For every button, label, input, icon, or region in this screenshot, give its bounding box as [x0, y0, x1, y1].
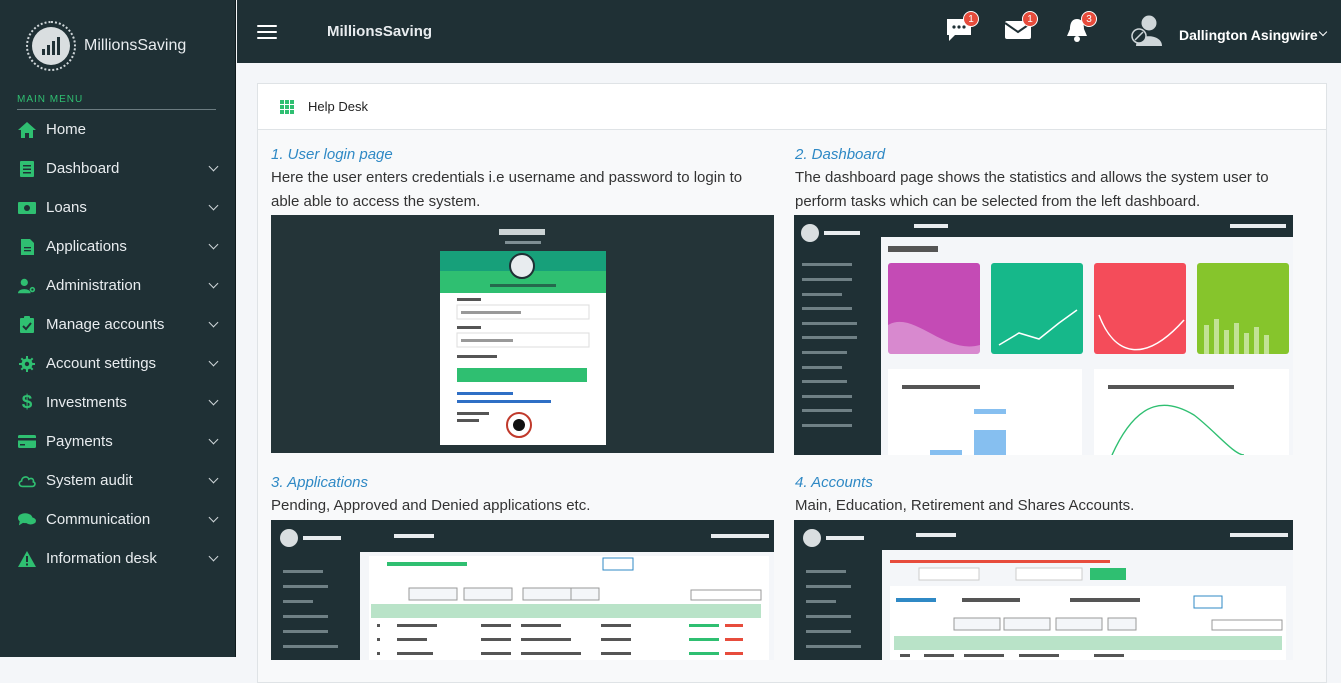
sidebar-item-manage-accounts[interactable]: Manage accounts [0, 305, 235, 344]
sidebar-item-label: Manage accounts [46, 316, 165, 333]
sidebar-item-loans[interactable]: Loans [0, 188, 235, 227]
accounts-screenshot [794, 520, 1293, 660]
brand-logo [26, 21, 76, 71]
section-text: The dashboard page shows the statistics … [795, 169, 1269, 210]
sidebar-item-label: Home [46, 121, 87, 138]
chevron-down-icon [208, 161, 219, 172]
sidebar-item-label: Applications [46, 238, 127, 255]
sidebar-item-label: System audit [46, 472, 133, 489]
dashboard-screenshot [794, 215, 1293, 455]
main-menu-label: MAIN MENU [17, 94, 216, 110]
sidebar-item-label: Information desk [46, 550, 157, 567]
sidebar-item-dashboard[interactable]: Dashboard [0, 149, 235, 188]
money-icon [18, 199, 36, 217]
sidebar-item-label: Payments [46, 433, 113, 450]
page-title: Help Desk [308, 99, 368, 114]
sidebar-item-label: Dashboard [46, 160, 120, 177]
section-title: 4. Accounts [795, 474, 873, 491]
chevron-down-icon [208, 551, 219, 562]
chevron-down-icon [208, 512, 219, 523]
comments-icon [18, 511, 36, 529]
sidebar-item-administration[interactable]: Administration [0, 266, 235, 305]
user-avatar[interactable] [1130, 14, 1164, 46]
brand[interactable]: MillionsSaving [0, 0, 235, 92]
info-icon [18, 550, 36, 568]
sidebar-item-system-audit[interactable]: System audit [0, 461, 235, 500]
home-icon [18, 121, 36, 139]
sidebar-item-applications[interactable]: Applications [0, 227, 235, 266]
grid-icon [280, 99, 294, 114]
clipboard-check-icon [18, 316, 36, 334]
sidebar-item-payments[interactable]: Payments [0, 422, 235, 461]
user-icon [1131, 15, 1162, 46]
app-title: MillionsSaving [327, 23, 433, 40]
chevron-down-icon [208, 473, 219, 484]
chevron-down-icon [208, 356, 219, 367]
gear-icon [18, 355, 36, 373]
credit-card-icon [18, 433, 36, 451]
help-section-accounts: 4. Accounts Main, Education, Retirement … [795, 474, 1298, 518]
sidebar-item-information-desk[interactable]: Information desk [0, 539, 235, 578]
sidebar-item-home[interactable]: Home [0, 110, 235, 149]
section-title: 2. Dashboard [795, 146, 886, 163]
chevron-down-icon [208, 239, 219, 250]
messages-button[interactable]: 1 [945, 11, 979, 43]
section-title: 3. Applications [271, 474, 369, 491]
sidebar-menu: Home Dashboard Loans Applications Admini… [0, 110, 235, 578]
section-title: 1. User login page [271, 146, 393, 163]
sidebar: MillionsSaving MAIN MENU Home Dashboard … [0, 0, 236, 657]
bar-chart-icon [32, 27, 70, 65]
card-header: Help Desk [258, 84, 1326, 130]
dashboard-icon [18, 160, 36, 178]
help-desk-card: Help Desk 1. User login page Here the us… [257, 83, 1327, 683]
help-section-applications: 3. Applications Pending, Approved and De… [271, 474, 774, 518]
user-name[interactable]: Dallington Asingwire [1179, 27, 1318, 43]
chevron-down-icon [208, 317, 219, 328]
chevron-down-icon [208, 278, 219, 289]
brand-name: MillionsSaving [84, 37, 187, 54]
chevron-down-icon [208, 200, 219, 211]
chevron-down-icon[interactable] [1318, 27, 1328, 37]
messages-badge: 1 [963, 11, 979, 27]
sidebar-item-label: Loans [46, 199, 87, 216]
file-icon [18, 238, 36, 256]
sidebar-item-label: Investments [46, 394, 127, 411]
notifications-badge: 3 [1081, 11, 1097, 27]
menu-toggle-icon[interactable] [257, 24, 277, 39]
chevron-down-icon [208, 395, 219, 406]
sidebar-item-investments[interactable]: $ Investments [0, 383, 235, 422]
user-cog-icon [18, 277, 36, 295]
section-text: Main, Education, Retirement and Shares A… [795, 497, 1135, 514]
topbar: MillionsSaving 1 1 3 Dallington Asingwir… [237, 0, 1341, 63]
section-text: Pending, Approved and Denied application… [271, 497, 591, 514]
mail-button[interactable]: 1 [1004, 11, 1038, 43]
section-text: Here the user enters credentials i.e use… [271, 169, 743, 210]
help-section-dashboard: 2. Dashboard The dashboard page shows th… [795, 146, 1298, 214]
notifications-button[interactable]: 3 [1063, 11, 1097, 43]
help-section-login: 1. User login page Here the user enters … [271, 146, 774, 214]
dollar-icon: $ [21, 391, 33, 413]
sidebar-item-account-settings[interactable]: Account settings [0, 344, 235, 383]
sidebar-item-communication[interactable]: Communication [0, 500, 235, 539]
sidebar-item-label: Communication [46, 511, 151, 528]
applications-screenshot [271, 520, 774, 660]
sidebar-item-label: Administration [46, 277, 142, 294]
cloud-icon [18, 472, 36, 490]
sidebar-item-label: Account settings [46, 355, 157, 372]
chevron-down-icon [208, 434, 219, 445]
mail-badge: 1 [1022, 11, 1038, 27]
login-page-screenshot [271, 215, 774, 453]
